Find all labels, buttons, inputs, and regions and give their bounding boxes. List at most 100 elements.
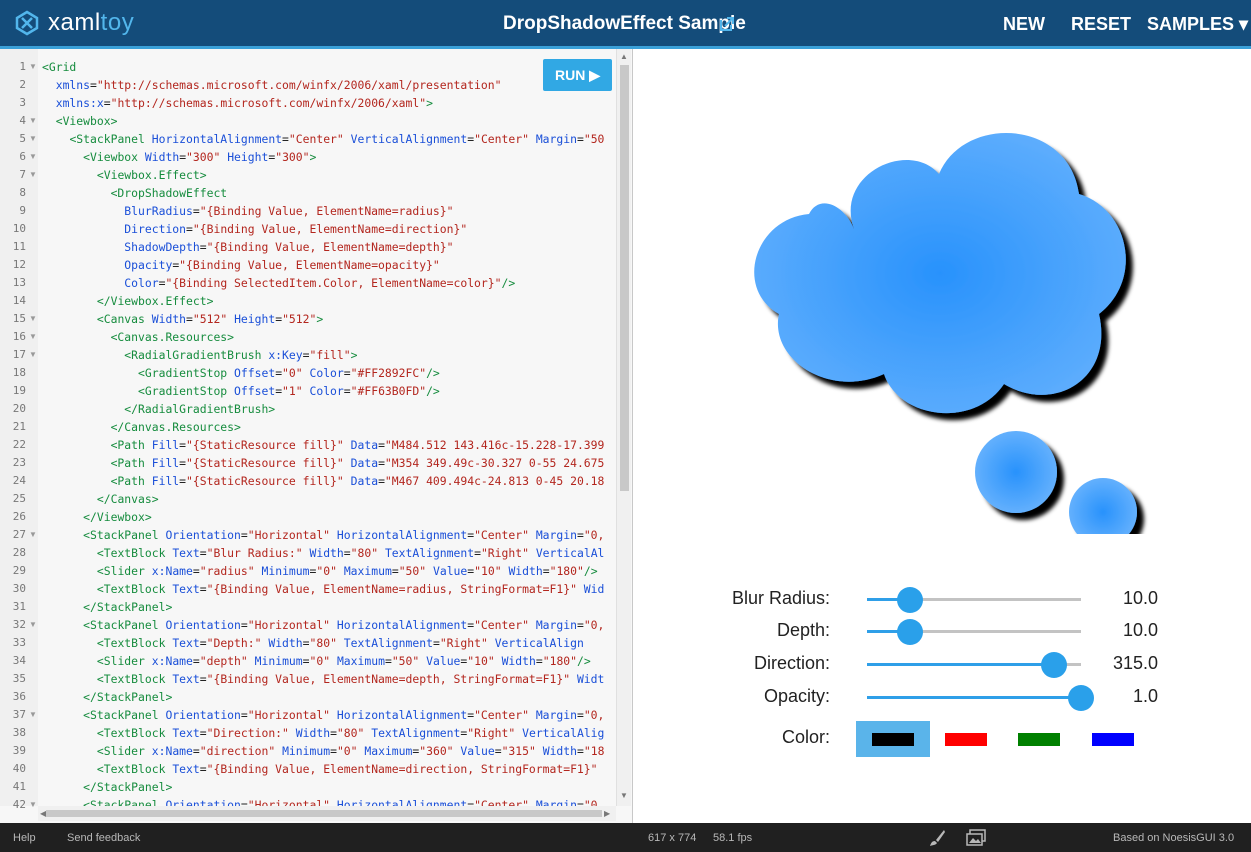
line-number: 38 — [12, 726, 26, 739]
run-button[interactable]: RUN ▶ — [543, 59, 612, 91]
slider-thumb[interactable] — [1041, 652, 1068, 678]
blur-radius-value: 10.0 — [1122, 588, 1158, 608]
fold-arrow-icon[interactable]: ▼ — [29, 112, 37, 130]
code-line: <StackPanel HorizontalAlignment="Center"… — [69, 132, 605, 146]
color-swatch-red[interactable] — [929, 721, 1003, 757]
code-line: <TextBlock Text="{Binding Value, Element… — [96, 672, 605, 686]
line-number: 17 — [12, 348, 26, 361]
reset-button[interactable]: RESET — [1071, 14, 1131, 35]
code-line: </Canvas.Resources> — [110, 420, 241, 434]
brush-icon[interactable] — [928, 829, 946, 847]
depth-label: Depth: — [776, 620, 830, 640]
logo-text-toy: toy — [100, 9, 135, 36]
line-number: 3 — [19, 96, 26, 109]
code-line: </StackPanel> — [83, 780, 173, 794]
line-number: 2 — [19, 78, 26, 91]
fold-arrow-icon[interactable]: ▼ — [29, 526, 37, 544]
slider-thumb[interactable] — [896, 587, 923, 613]
line-number: 24 — [12, 474, 26, 487]
samples-menu-button[interactable]: SAMPLES ▾ — [1147, 14, 1248, 35]
code-line: xmlns:x="http://schemas.microsoft.com/wi… — [55, 96, 433, 110]
line-number: 9 — [19, 204, 26, 217]
code-line: <Slider x:Name="direction" Minimum="0" M… — [96, 744, 605, 758]
fold-arrow-icon[interactable]: ▼ — [29, 796, 37, 814]
line-number: 8 — [19, 186, 26, 199]
line-number: 26 — [12, 510, 26, 523]
color-swatch-blue[interactable] — [1076, 721, 1150, 757]
code-line: </RadialGradientBrush> — [124, 402, 276, 416]
blur-radius-slider[interactable] — [867, 587, 1081, 613]
fold-arrow-icon[interactable]: ▼ — [29, 328, 37, 346]
new-button[interactable]: NEW — [1003, 14, 1045, 35]
external-link-icon[interactable] — [718, 15, 736, 33]
fold-arrow-icon[interactable]: ▼ — [29, 706, 37, 724]
line-number: 11 — [12, 240, 26, 253]
resolution-readout: 617 x 774 — [648, 832, 697, 844]
depth-row: Depth: 10.0 — [634, 616, 1251, 646]
scroll-right-arrow-icon[interactable]: ▶ — [604, 809, 610, 818]
code-line: <Viewbox Width="300" Height="300"> — [83, 150, 317, 164]
code-line: <GradientStop Offset="1" Color="#FF63B0F… — [138, 384, 440, 398]
swatch-fill — [1092, 732, 1134, 746]
fold-arrow-icon[interactable]: ▼ — [29, 130, 37, 148]
line-number-gutter: 1 ▼ 2 3 4 ▼ 5 ▼ 6 ▼ 7 ▼ 8 9 10 11 12 13 14 15 ▼ 16 ▼ 17 ▼ 18 19 20 2… — [0, 49, 38, 811]
logo[interactable]: xamltoy — [14, 9, 134, 37]
color-swatch-black[interactable] — [856, 721, 930, 757]
line-number: 30 — [12, 582, 26, 595]
line-number: 23 — [12, 456, 26, 469]
help-link[interactable]: Help — [13, 832, 36, 844]
code-line: <Path Fill="{StaticResource fill}" Data=… — [110, 456, 605, 470]
logo-text-xaml: xaml — [48, 9, 101, 36]
opacity-label: Opacity: — [763, 686, 830, 706]
line-number: 20 — [12, 402, 26, 415]
scroll-down-arrow-icon[interactable]: ▼ — [620, 791, 628, 800]
code-area[interactable]: <Grid xmlns="http://schemas.microsoft.co… — [42, 49, 616, 806]
horizontal-scrollbar[interactable]: ◀ ▶ — [38, 806, 616, 821]
fold-arrow-icon[interactable]: ▼ — [29, 346, 37, 364]
opacity-slider[interactable] — [867, 685, 1094, 711]
code-line: <RadialGradientBrush x:Key="fill"> — [124, 348, 358, 362]
code-line: <Slider x:Name="depth" Minimum="0" Maxim… — [96, 654, 591, 668]
swatch-fill — [945, 732, 987, 746]
scroll-up-arrow-icon[interactable]: ▲ — [620, 52, 628, 61]
cloud-graphic — [754, 132, 1137, 534]
fold-arrow-icon[interactable]: ▼ — [29, 310, 37, 328]
horizontal-scroll-thumb[interactable] — [46, 810, 602, 817]
line-number: 6 — [19, 150, 26, 163]
fold-arrow-icon[interactable]: ▼ — [29, 616, 37, 634]
send-feedback-link[interactable]: Send feedback — [67, 832, 140, 844]
line-number: 32 — [12, 618, 26, 631]
fps-readout: 58.1 fps — [713, 832, 753, 844]
fold-arrow-icon[interactable]: ▼ — [29, 166, 37, 184]
line-number: 27 — [12, 528, 26, 541]
color-label: Color: — [781, 727, 830, 747]
line-number: 22 — [12, 438, 26, 451]
direction-slider[interactable] — [867, 652, 1081, 678]
code-line: </Canvas> — [96, 492, 159, 506]
color-swatch-green[interactable] — [1002, 721, 1076, 757]
vertical-scroll-thumb[interactable] — [620, 65, 629, 491]
image-icon[interactable] — [966, 829, 986, 847]
code-line: <Canvas.Resources> — [110, 330, 235, 344]
code-line: </StackPanel> — [83, 690, 173, 704]
line-number: 41 — [12, 780, 26, 793]
code-line: <TextBlock Text="{Binding Value, Element… — [96, 762, 598, 776]
fold-arrow-icon[interactable]: ▼ — [29, 148, 37, 166]
direction-value: 315.0 — [1112, 653, 1158, 673]
vertical-scrollbar[interactable]: ▲ ▼ — [616, 49, 631, 806]
line-number: 42 — [12, 798, 26, 811]
code-line: ShadowDepth="{Binding Value, ElementName… — [124, 240, 454, 254]
line-number: 7 — [19, 168, 26, 181]
code-line: xmlns="http://schemas.microsoft.com/winf… — [55, 78, 502, 92]
line-number: 37 — [12, 708, 26, 721]
line-number: 19 — [12, 384, 26, 397]
swatch-fill — [1018, 732, 1060, 746]
status-bar: Help Send feedback 617 x 774 58.1 fps Ba… — [0, 823, 1251, 852]
code-line: Direction="{Binding Value, ElementName=d… — [124, 222, 468, 236]
fold-arrow-icon[interactable]: ▼ — [29, 58, 37, 76]
code-editor[interactable]: 1 ▼ 2 3 4 ▼ 5 ▼ 6 ▼ 7 ▼ 8 9 10 11 12 13 14 15 ▼ 16 ▼ 17 ▼ 18 19 20 2… — [0, 49, 633, 823]
code-line: <StackPanel Orientation="Horizontal" Hor… — [83, 618, 605, 632]
depth-slider[interactable] — [867, 619, 1081, 645]
slider-thumb[interactable] — [896, 619, 923, 645]
direction-row: Direction: 315.0 — [634, 649, 1251, 679]
